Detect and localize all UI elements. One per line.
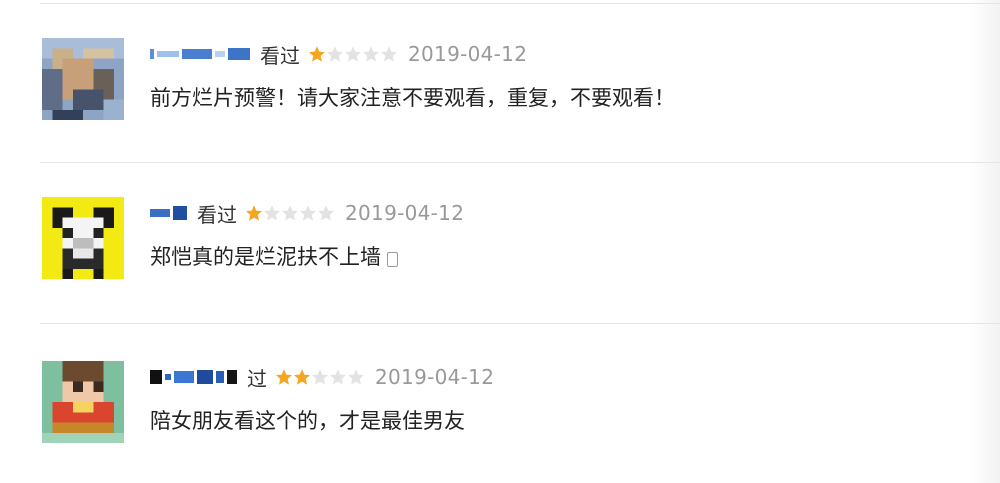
star-empty-icon xyxy=(312,369,328,385)
star-rating xyxy=(245,204,335,222)
avatar[interactable] xyxy=(42,361,124,443)
star-empty-icon xyxy=(363,46,379,62)
comment-meta: 过 2019-04-12 xyxy=(150,361,494,393)
comment-text-content: 郑恺真的是烂泥扶不上墙 xyxy=(150,245,381,269)
comment-text-content: 前方烂片预警！请大家注意不要观看，重复，不要观看！ xyxy=(150,86,675,110)
star-filled-icon xyxy=(294,369,310,385)
comment-meta: 看过 2019-04-12 xyxy=(150,197,464,229)
star-rating xyxy=(308,45,398,63)
comment-text-content: 陪女朋友看这个的，才是最佳男友 xyxy=(150,409,465,433)
comment-date: 2019-04-12 xyxy=(345,201,465,225)
comment-item: 过 2019-04-12 陪女朋友看这个的，才是最佳男友 xyxy=(40,361,980,471)
watch-status: 看过 xyxy=(260,43,300,68)
comment-text: 陪女朋友看这个的，才是最佳男友 xyxy=(150,405,465,435)
username-blurred[interactable] xyxy=(150,201,187,225)
username-blurred[interactable] xyxy=(150,42,250,66)
divider xyxy=(40,323,1000,324)
star-empty-icon xyxy=(345,46,361,62)
avatar[interactable] xyxy=(42,38,124,120)
username-blurred[interactable] xyxy=(150,365,237,389)
watch-status: 过 xyxy=(247,366,267,391)
star-filled-icon xyxy=(309,46,325,62)
star-empty-icon xyxy=(381,46,397,62)
star-empty-icon xyxy=(282,205,298,221)
star-empty-icon xyxy=(300,205,316,221)
star-filled-icon xyxy=(246,205,262,221)
star-empty-icon xyxy=(348,369,364,385)
comment-text: 前方烂片预警！请大家注意不要观看，重复，不要观看！ xyxy=(150,82,675,112)
comment-text: 郑恺真的是烂泥扶不上墙 xyxy=(150,241,398,271)
divider xyxy=(40,3,1000,4)
watch-status: 看过 xyxy=(197,202,237,227)
phone-icon xyxy=(387,252,398,267)
star-empty-icon xyxy=(327,46,343,62)
comment-item: 看过 2019-04-12 郑恺真的是烂泥扶不上墙 xyxy=(40,197,980,307)
star-rating xyxy=(275,368,365,386)
comment-date: 2019-04-12 xyxy=(375,365,495,389)
star-empty-icon xyxy=(330,369,346,385)
avatar[interactable] xyxy=(42,197,124,279)
star-empty-icon xyxy=(264,205,280,221)
comment-item: 看过 2019-04-12 前方烂片预警！请大家注意不要观看，重复，不要观看！ xyxy=(40,38,980,148)
divider xyxy=(40,162,1000,163)
star-filled-icon xyxy=(276,369,292,385)
star-empty-icon xyxy=(318,205,334,221)
comment-meta: 看过 2019-04-12 xyxy=(150,38,527,70)
comment-date: 2019-04-12 xyxy=(408,42,528,66)
